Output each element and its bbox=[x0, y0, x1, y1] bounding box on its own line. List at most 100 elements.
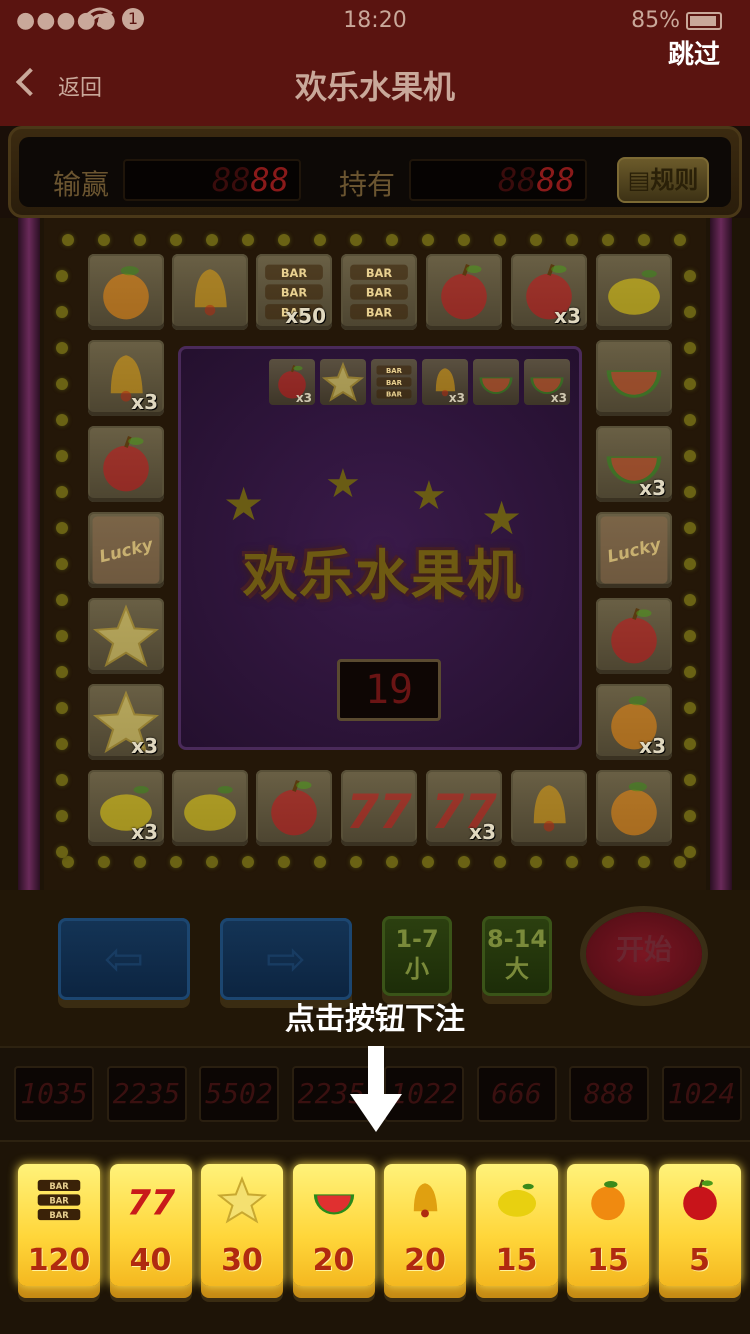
light-bulb bbox=[566, 234, 578, 246]
board-tile: x3 bbox=[88, 684, 164, 760]
light-bulb bbox=[386, 856, 398, 868]
light-bulb bbox=[684, 558, 696, 570]
payout-value: 20 bbox=[312, 1243, 355, 1278]
light-bulb bbox=[56, 522, 68, 534]
light-bulb bbox=[56, 486, 68, 498]
payout-value: 40 bbox=[129, 1243, 172, 1278]
light-bulb bbox=[684, 810, 696, 822]
board-tile bbox=[596, 254, 672, 330]
board-tile: 77 x3 bbox=[426, 770, 502, 846]
board-tile bbox=[88, 598, 164, 674]
star-icon bbox=[88, 598, 164, 674]
bet-amount-display: 2235 bbox=[106, 1066, 187, 1122]
bet-button-lemon[interactable]: 15 bbox=[475, 1164, 558, 1286]
board-tile: x3 bbox=[596, 684, 672, 760]
light-bulb bbox=[56, 450, 68, 462]
light-bulb bbox=[530, 234, 542, 246]
lucky-icon: Lucky bbox=[596, 512, 672, 588]
bet-buttons-row: BAR BAR BAR 120 77 40 30 20 20 15 15 5 bbox=[0, 1142, 750, 1334]
light-bulb bbox=[494, 234, 506, 246]
light-bulb bbox=[684, 306, 696, 318]
light-bulb bbox=[62, 856, 74, 868]
right-arrow-button[interactable]: ⇨ bbox=[220, 918, 352, 1000]
small-bet-button[interactable]: 1-7 小 bbox=[382, 916, 452, 996]
status-bar: ●●●●● 1 18:20 85% bbox=[0, 6, 750, 36]
battery-percent: 85% bbox=[631, 8, 680, 33]
svg-text:BAR: BAR bbox=[281, 266, 307, 280]
payout-value: 120 bbox=[27, 1243, 91, 1278]
light-bulb bbox=[350, 856, 362, 868]
light-bulb bbox=[566, 856, 578, 868]
light-bulb bbox=[56, 342, 68, 354]
bet-button-seven[interactable]: 77 40 bbox=[109, 1164, 192, 1286]
light-bulb bbox=[56, 846, 68, 858]
board-tile bbox=[426, 254, 502, 330]
light-bulb bbox=[56, 306, 68, 318]
win-display-lit: 88 bbox=[250, 161, 289, 199]
bet-button-bell[interactable]: 20 bbox=[384, 1164, 466, 1286]
center-panel: x3 BAR BAR BAR x3 x3 ★ ★ ★ ★ 欢乐水果机 19 bbox=[178, 346, 582, 750]
game-logo: 欢乐水果机 bbox=[243, 544, 523, 607]
light-bulb bbox=[684, 738, 696, 750]
left-arrow-button[interactable]: ⇦ bbox=[58, 918, 190, 1000]
light-bulb bbox=[278, 234, 290, 246]
multiplier-label: x3 bbox=[295, 391, 312, 405]
bet-button-orange[interactable]: 15 bbox=[567, 1164, 649, 1286]
bet-button-apple[interactable]: 5 bbox=[658, 1164, 741, 1286]
board-tile: 77 bbox=[341, 770, 417, 846]
light-bulb bbox=[56, 630, 68, 642]
light-bulb bbox=[602, 234, 614, 246]
win-label: 输赢 bbox=[53, 168, 110, 201]
board-tile bbox=[596, 598, 672, 674]
light-bulb bbox=[56, 558, 68, 570]
light-bulb bbox=[56, 666, 68, 678]
light-bulb bbox=[684, 450, 696, 462]
light-bulb bbox=[56, 738, 68, 750]
bet-amount-display: 888 bbox=[569, 1066, 649, 1122]
rules-button[interactable]: ▤规则 bbox=[617, 157, 709, 203]
board-tile bbox=[511, 770, 587, 846]
light-bulb bbox=[530, 856, 542, 868]
light-bulb bbox=[386, 234, 398, 246]
light-bulb bbox=[314, 234, 326, 246]
skip-button[interactable]: 跳过 bbox=[668, 34, 720, 71]
seven-icon: 77 bbox=[341, 770, 417, 846]
seven-icon: 77 bbox=[110, 1172, 192, 1236]
light-bulb bbox=[350, 234, 362, 246]
board-tile: x3 bbox=[596, 426, 672, 502]
win-display-dim: 88 bbox=[211, 161, 251, 199]
light-bulb bbox=[98, 234, 110, 246]
start-button[interactable]: 开始 bbox=[586, 912, 702, 996]
bet-button-bar[interactable]: BAR BAR BAR 120 bbox=[18, 1164, 100, 1286]
board-tile bbox=[172, 254, 248, 330]
board-tile bbox=[256, 770, 332, 846]
svg-text:BAR: BAR bbox=[281, 286, 307, 300]
light-bulb bbox=[98, 856, 110, 868]
score-panel: 输赢 8888 持有 8888 ▤规则 bbox=[19, 137, 731, 207]
rules-icon: ▤ bbox=[627, 166, 651, 194]
bet-button-star[interactable]: 30 bbox=[201, 1164, 283, 1286]
small-range: 1-7 bbox=[395, 925, 439, 953]
apple-icon bbox=[596, 598, 672, 674]
page-title: 欢乐水果机 bbox=[294, 68, 455, 106]
big-bet-button[interactable]: 8-14 大 bbox=[482, 916, 552, 996]
light-bulb bbox=[170, 234, 182, 246]
svg-text:BAR: BAR bbox=[386, 379, 403, 387]
light-bulb bbox=[56, 414, 68, 426]
bet-amount-display: 1035 bbox=[14, 1066, 94, 1122]
score-bar: 输赢 8888 持有 8888 ▤规则 bbox=[8, 126, 742, 218]
history-tile: x3 bbox=[422, 359, 468, 405]
multiplier-label: x3 bbox=[131, 734, 158, 758]
svg-text:BAR: BAR bbox=[386, 391, 403, 399]
multiplier-label: x3 bbox=[639, 476, 666, 500]
light-bulb bbox=[56, 702, 68, 714]
watermelon-icon bbox=[473, 359, 519, 409]
bet-button-watermelon[interactable]: 20 bbox=[292, 1164, 375, 1286]
lemon-icon bbox=[596, 254, 672, 330]
hold-display-dim: 88 bbox=[497, 161, 537, 199]
light-bulb bbox=[242, 856, 254, 868]
watermelon-icon bbox=[596, 340, 672, 416]
payout-value: 15 bbox=[495, 1243, 538, 1278]
light-bulb bbox=[684, 846, 696, 858]
light-bulb bbox=[458, 856, 470, 868]
